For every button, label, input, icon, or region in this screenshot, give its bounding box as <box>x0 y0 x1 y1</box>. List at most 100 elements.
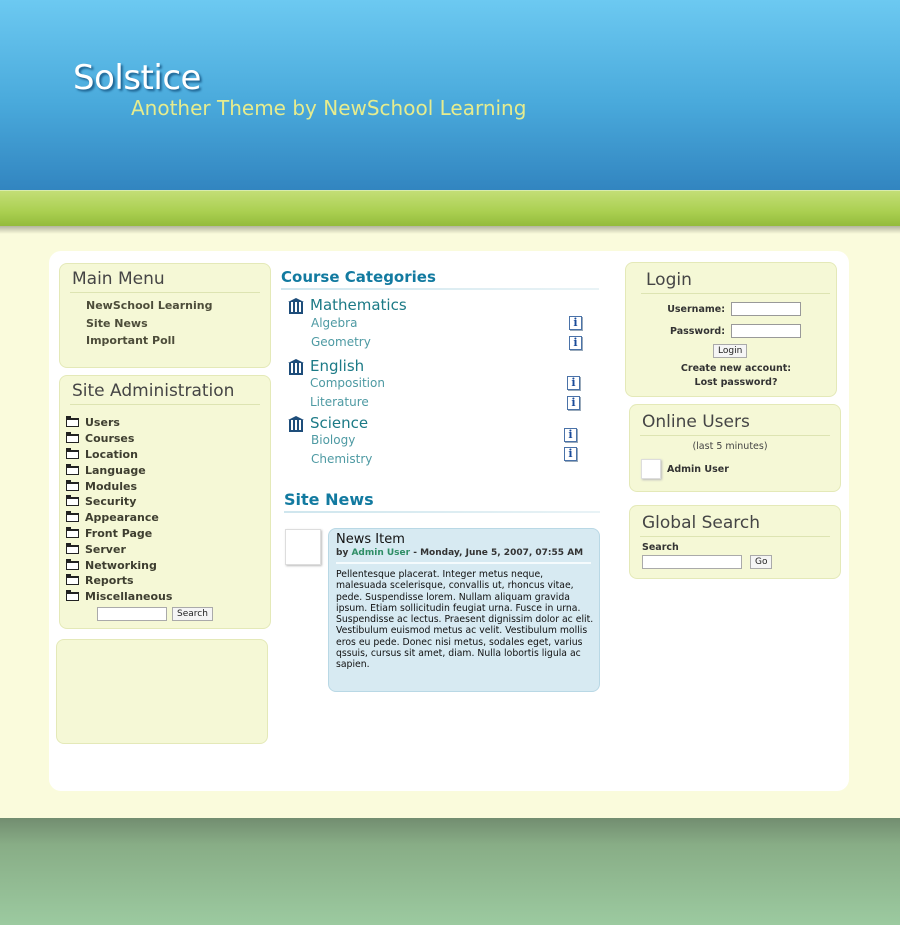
news-item-title[interactable]: News Item <box>336 532 405 547</box>
course-categories-heading: Course Categories <box>281 268 436 286</box>
category-name: Science <box>310 414 369 432</box>
header-green-bar <box>0 190 900 226</box>
site-admin-block: Site Administration Users Courses Locati… <box>59 375 271 629</box>
category-building-icon <box>288 416 304 432</box>
folder-icon <box>66 416 79 428</box>
global-search-title: Global Search <box>642 513 761 533</box>
username-input[interactable] <box>731 302 801 316</box>
admin-item-label: Language <box>85 463 146 477</box>
create-account-link[interactable]: Create new account: <box>625 363 847 374</box>
global-search-block: Global Search Search Go <box>629 505 841 579</box>
category-building-icon <box>288 359 304 375</box>
page-footer <box>0 818 900 925</box>
password-input[interactable] <box>731 324 801 338</box>
site-title[interactable]: Solstice <box>73 58 201 98</box>
news-date: - Monday, June 5, 2007, 07:55 AM <box>413 548 584 558</box>
admin-item-server[interactable]: Server <box>66 541 270 557</box>
admin-item-label: Security <box>85 495 137 509</box>
folder-icon <box>66 574 79 586</box>
site-header: Solstice Another Theme by NewSchool Lear… <box>0 0 900 190</box>
login-title: Login <box>646 270 692 290</box>
site-admin-title: Site Administration <box>72 381 235 401</box>
category-science[interactable]: Science <box>288 414 368 432</box>
admin-item-label: Front Page <box>85 526 153 540</box>
news-author-link[interactable]: Admin User <box>351 548 410 558</box>
main-menu-title: Main Menu <box>72 269 165 289</box>
online-user-row[interactable]: Admin User <box>641 459 729 479</box>
main-menu-list: NewSchool Learning Site News Important P… <box>60 293 270 352</box>
category-english[interactable]: English <box>288 357 364 375</box>
admin-search-form: Search <box>97 607 213 621</box>
folder-icon <box>66 447 79 459</box>
global-search-label: Search <box>642 542 679 553</box>
empty-block <box>56 639 268 744</box>
online-users-block: Online Users (last 5 minutes) Admin User <box>629 404 841 492</box>
lost-password-link[interactable]: Lost password? <box>625 377 847 388</box>
online-users-title: Online Users <box>642 412 750 432</box>
admin-item-front-page[interactable]: Front Page <box>66 526 270 542</box>
author-avatar[interactable] <box>285 529 321 565</box>
folder-icon <box>66 463 79 475</box>
admin-item-security[interactable]: Security <box>66 494 270 510</box>
divider <box>336 562 591 564</box>
divider <box>641 293 830 294</box>
global-search-go-button[interactable]: Go <box>750 555 773 569</box>
folder-icon <box>66 590 79 602</box>
category-mathematics[interactable]: Mathematics <box>288 296 407 314</box>
menu-item-site-news[interactable]: Site News <box>86 317 270 335</box>
admin-item-label: Appearance <box>85 511 159 525</box>
admin-item-appearance[interactable]: Appearance <box>66 510 270 526</box>
admin-item-reports[interactable]: Reports <box>66 573 270 589</box>
admin-item-modules[interactable]: Modules <box>66 478 270 494</box>
admin-item-label: Server <box>85 542 126 556</box>
user-avatar <box>641 459 661 479</box>
main-menu-block: Main Menu NewSchool Learning Site News I… <box>59 263 271 368</box>
admin-item-networking[interactable]: Networking <box>66 557 270 573</box>
password-label: Password: <box>669 325 725 337</box>
divider <box>640 536 830 537</box>
admin-item-courses[interactable]: Courses <box>66 431 270 447</box>
site-news-heading: Site News <box>284 490 374 509</box>
category-name: Mathematics <box>310 296 407 314</box>
admin-item-location[interactable]: Location <box>66 447 270 463</box>
admin-item-label: Courses <box>85 432 135 446</box>
admin-item-label: Users <box>85 416 120 430</box>
menu-item-important-poll[interactable]: Important Poll <box>86 334 270 352</box>
divider <box>284 511 600 513</box>
folder-icon <box>66 495 79 507</box>
global-search-input[interactable] <box>642 555 742 569</box>
info-icon[interactable]: i <box>569 336 582 350</box>
admin-item-language[interactable]: Language <box>66 462 270 478</box>
username-row: Username: <box>639 302 801 316</box>
admin-item-label: Reports <box>85 574 134 588</box>
online-users-note: (last 5 minutes) <box>692 441 768 452</box>
divider <box>640 435 830 436</box>
login-button[interactable]: Login <box>713 344 748 358</box>
admin-item-label: Networking <box>85 558 157 572</box>
info-icon[interactable]: i <box>569 316 582 330</box>
admin-search-button[interactable]: Search <box>172 607 213 621</box>
info-icon[interactable]: i <box>567 376 580 390</box>
course-algebra[interactable]: Algebra <box>311 316 357 330</box>
admin-search-input[interactable] <box>97 607 167 621</box>
category-name: English <box>310 357 365 375</box>
news-item-card: News Item by Admin User - Monday, June 5… <box>328 528 600 692</box>
news-item-body: Pellentesque placerat. Integer metus neq… <box>336 569 594 671</box>
menu-item-newschool-learning[interactable]: NewSchool Learning <box>86 299 270 317</box>
online-user-name: Admin User <box>667 463 729 475</box>
divider <box>281 288 599 290</box>
info-icon[interactable]: i <box>567 396 580 410</box>
course-biology[interactable]: Biology <box>311 433 355 447</box>
admin-item-users[interactable]: Users <box>66 415 270 431</box>
info-icon[interactable]: i <box>564 447 577 461</box>
news-item-meta: by Admin User - Monday, June 5, 2007, 07… <box>336 548 583 558</box>
course-geometry[interactable]: Geometry <box>311 335 371 349</box>
info-icon[interactable]: i <box>564 428 577 442</box>
header-shadow <box>0 226 900 234</box>
course-literature[interactable]: Literature <box>310 395 369 409</box>
course-chemistry[interactable]: Chemistry <box>311 452 372 466</box>
folder-icon <box>66 479 79 491</box>
username-label: Username: <box>667 303 725 315</box>
course-composition[interactable]: Composition <box>310 376 385 390</box>
admin-item-miscellaneous[interactable]: Miscellaneous <box>66 589 270 605</box>
